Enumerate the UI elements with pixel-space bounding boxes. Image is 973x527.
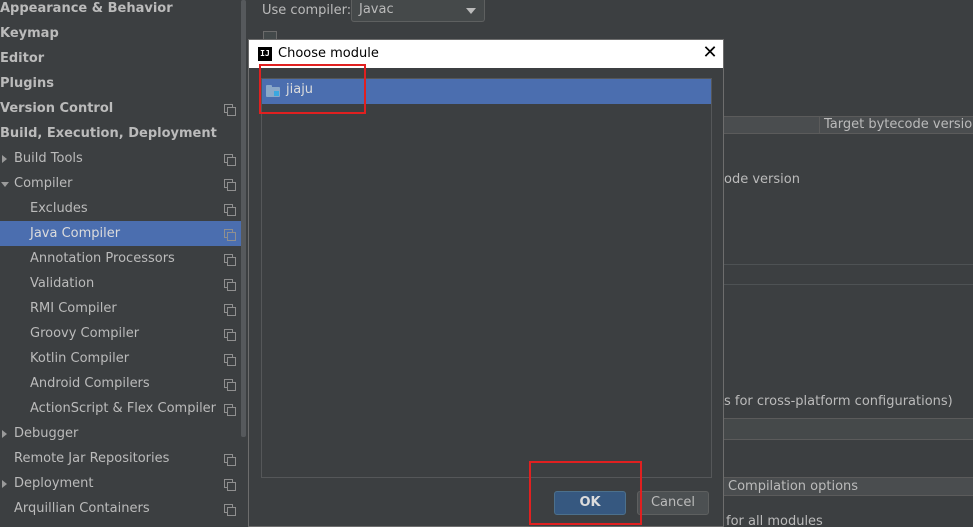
project-level-icon [224, 329, 236, 341]
project-level-icon [224, 179, 236, 191]
compiler-select[interactable]: Javac [351, 0, 485, 22]
dialog-title: Choose module [278, 46, 379, 61]
module-highlight-annotation [259, 64, 366, 114]
project-level-icon [224, 229, 236, 241]
project-level-icon [224, 404, 236, 416]
chevron-down-icon [466, 8, 476, 14]
sidebar-item-android-compilers[interactable]: Android Compilers [0, 371, 241, 396]
sidebar-item-java-compiler[interactable]: Java Compiler [0, 221, 241, 246]
sidebar-item-label: Excludes [30, 201, 88, 216]
all-modules-label: for all modules [726, 514, 823, 527]
project-level-icon [224, 279, 236, 291]
sidebar-item-label: Java Compiler [30, 226, 121, 241]
sidebar-item-label: Editor [0, 51, 45, 66]
project-level-icon [224, 254, 236, 266]
sidebar-item-label: Kotlin Compiler [30, 351, 130, 366]
additional-parameters-field[interactable] [724, 418, 973, 440]
table-column-divider [819, 116, 820, 134]
sidebar-item-validation[interactable]: Validation [0, 271, 241, 296]
sidebar-item-arquillian-containers[interactable]: Arquillian Containers [0, 496, 241, 521]
sidebar-item-actionscript-flex-compiler[interactable]: ActionScript & Flex Compiler [0, 396, 241, 421]
sidebar-item-label: Remote Jar Repositories [14, 451, 170, 466]
chevron-right-icon[interactable] [2, 430, 7, 438]
cross-platform-note: s for cross-platform configurations) [724, 394, 953, 409]
sidebar-item-version-control[interactable]: Version Control [0, 96, 241, 121]
sidebar-item-debugger[interactable]: Debugger [0, 421, 241, 446]
sidebar-item-label: Build, Execution, Deployment [0, 126, 217, 141]
chevron-right-icon[interactable] [2, 480, 7, 488]
sidebar-item-annotation-processors[interactable]: Annotation Processors [0, 246, 241, 271]
sidebar-item-label: Deployment [14, 476, 94, 491]
ok-highlight-annotation [529, 461, 642, 525]
chevron-right-icon[interactable] [2, 155, 7, 163]
sidebar-item-label: Validation [30, 276, 95, 291]
sidebar-item-appearance-behavior[interactable]: Appearance & Behavior [0, 0, 241, 21]
sidebar-item-label: Arquillian Containers [14, 501, 150, 516]
sidebar-item-label: Keymap [0, 26, 59, 41]
project-level-icon [224, 379, 236, 391]
sidebar-item-label: Plugins [0, 76, 54, 91]
sidebar-item-kotlin-compiler[interactable]: Kotlin Compiler [0, 346, 241, 371]
sidebar-item-label: Appearance & Behavior [0, 1, 173, 16]
module-list[interactable]: jiaju [261, 78, 712, 478]
sidebar-item-keymap[interactable]: Keymap [0, 21, 241, 46]
project-level-icon [224, 154, 236, 166]
sidebar-item-build-execution-deployment[interactable]: Build, Execution, Deployment [0, 121, 241, 146]
chevron-down-icon[interactable] [1, 182, 9, 187]
sidebar-item-label: RMI Compiler [30, 301, 117, 316]
use-compiler-label: Use compiler: [262, 3, 352, 18]
cancel-button[interactable]: Cancel [637, 491, 709, 515]
sidebar-item-label: Annotation Processors [30, 251, 175, 266]
sidebar-item-label: Compiler [14, 176, 73, 191]
project-level-icon [224, 204, 236, 216]
sidebar-item-label: Version Control [0, 101, 114, 116]
project-level-icon [224, 304, 236, 316]
sidebar-item-excludes[interactable]: Excludes [0, 196, 241, 221]
sidebar-item-build-tools[interactable]: Build Tools [0, 146, 241, 171]
target-bytecode-column-header[interactable]: Target bytecode version [824, 117, 973, 132]
sidebar-item-remote-jar-repositories[interactable]: Remote Jar Repositories [0, 446, 241, 471]
sidebar-item-plugins[interactable]: Plugins [0, 71, 241, 96]
sidebar-item-label: Debugger [14, 426, 79, 441]
sidebar-item-label: Android Compilers [30, 376, 150, 391]
sidebar-item-label: ActionScript & Flex Compiler [30, 401, 217, 416]
project-level-icon [224, 354, 236, 366]
project-level-icon [224, 454, 236, 466]
compiler-select-value: Javac [359, 2, 394, 17]
sidebar-item-compiler[interactable]: Compiler [0, 171, 241, 196]
sidebar-item-groovy-compiler[interactable]: Groovy Compiler [0, 321, 241, 346]
panel-divider [724, 264, 973, 265]
panel-divider [724, 284, 973, 285]
sidebar-item-rmi-compiler[interactable]: RMI Compiler [0, 296, 241, 321]
intellij-logo-icon: IJ [258, 47, 272, 61]
sidebar-item-label: Groovy Compiler [30, 326, 140, 341]
project-level-icon [224, 479, 236, 491]
sidebar-item-editor[interactable]: Editor [0, 46, 241, 71]
sidebar-item-deployment[interactable]: Deployment [0, 471, 241, 496]
bytecode-version-label: ode version [724, 172, 800, 187]
project-level-icon [224, 504, 236, 516]
compilation-options-header: Compilation options [728, 479, 859, 494]
close-icon[interactable]: ✕ [701, 44, 719, 62]
project-level-icon [224, 104, 236, 116]
sidebar-item-label: Build Tools [14, 151, 83, 166]
settings-sidebar: Appearance & Behavior Keymap Editor Plugins… [0, 0, 246, 527]
